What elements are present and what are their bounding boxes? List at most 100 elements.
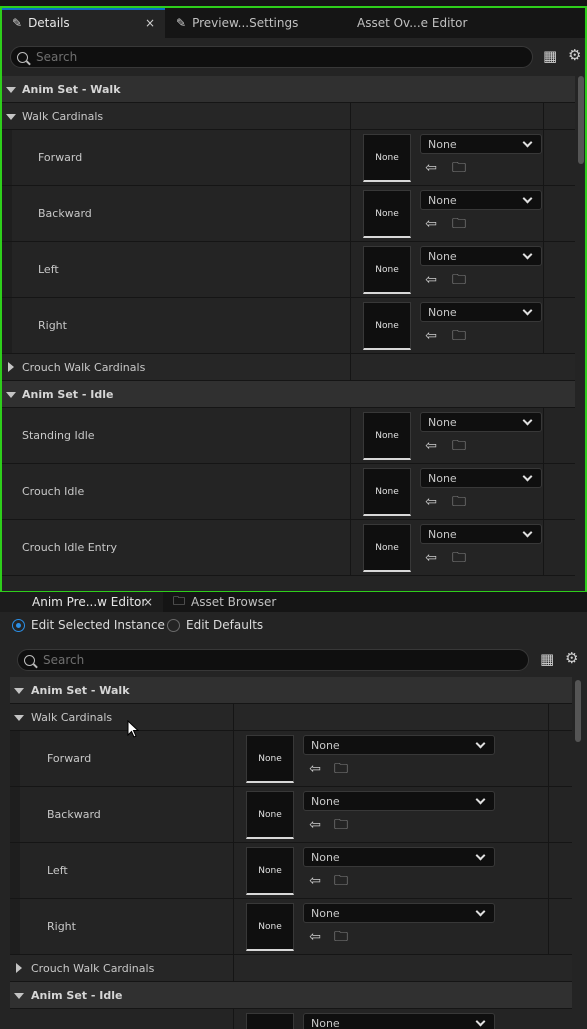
combo-value: None bbox=[428, 305, 457, 319]
use-selected-arrow-icon[interactable]: ⇦ bbox=[423, 216, 439, 232]
group-walk-cardinals[interactable]: Walk Cardinals bbox=[2, 103, 575, 130]
asset-thumbnail[interactable]: None bbox=[246, 791, 294, 839]
details-search-input[interactable] bbox=[36, 50, 500, 64]
property-label: Forward bbox=[38, 151, 83, 164]
asset-combo[interactable]: None bbox=[420, 468, 542, 488]
browse-folder-icon[interactable]: 🗀 bbox=[451, 328, 467, 344]
property-row-standing-idle: Standing Idle None None ⇦ 🗀 bbox=[2, 408, 575, 464]
close-tab-icon[interactable]: × bbox=[143, 595, 153, 609]
expand-arrow-icon bbox=[14, 688, 24, 694]
preview-scrollbar[interactable] bbox=[575, 680, 581, 742]
property-label: Crouch Idle Entry bbox=[22, 541, 117, 554]
asset-thumbnail[interactable]: None bbox=[363, 302, 411, 350]
use-selected-arrow-icon[interactable]: ⇦ bbox=[423, 550, 439, 566]
property-row-crouch-idle: Crouch Idle None None ⇦ 🗀 bbox=[2, 464, 575, 520]
use-selected-arrow-icon[interactable]: ⇦ bbox=[423, 494, 439, 510]
asset-thumbnail[interactable]: None bbox=[246, 847, 294, 895]
browse-folder-icon[interactable]: 🗀 bbox=[451, 216, 467, 232]
use-selected-arrow-icon[interactable]: ⇦ bbox=[423, 160, 439, 176]
asset-thumbnail[interactable]: None bbox=[363, 412, 411, 460]
asset-thumbnail[interactable]: None bbox=[363, 190, 411, 238]
property-label: Backward bbox=[38, 207, 92, 220]
category-label: Anim Set - Walk bbox=[22, 82, 121, 96]
gear-icon[interactable]: ⚙ bbox=[568, 46, 581, 64]
pencil-icon: ✎ bbox=[176, 16, 187, 30]
browse-folder-icon[interactable]: 🗀 bbox=[333, 873, 349, 889]
details-panel: ✎ Details × ✎ Preview...Settings Asset O… bbox=[0, 6, 587, 593]
details-search-box[interactable] bbox=[10, 46, 533, 68]
browse-folder-icon[interactable]: 🗀 bbox=[451, 438, 467, 454]
property-row-left: Left None None ⇦ 🗀 bbox=[2, 242, 575, 298]
asset-combo[interactable]: None bbox=[303, 1013, 495, 1029]
asset-thumbnail[interactable]: None bbox=[363, 524, 411, 572]
use-selected-arrow-icon[interactable]: ⇦ bbox=[423, 438, 439, 454]
asset-thumbnail[interactable]: None bbox=[246, 735, 294, 783]
tab-details[interactable]: ✎ Details × bbox=[2, 8, 165, 38]
use-selected-arrow-icon[interactable]: ⇦ bbox=[307, 873, 323, 889]
combo-value: None bbox=[311, 850, 340, 864]
chevron-down-icon bbox=[522, 471, 533, 482]
browse-folder-icon[interactable]: 🗀 bbox=[333, 761, 349, 777]
browse-folder-icon[interactable]: 🗀 bbox=[451, 272, 467, 288]
chevron-down-icon bbox=[475, 1016, 486, 1027]
use-selected-arrow-icon[interactable]: ⇦ bbox=[307, 929, 323, 945]
asset-combo[interactable]: None bbox=[420, 302, 542, 322]
use-selected-arrow-icon[interactable]: ⇦ bbox=[307, 761, 323, 777]
asset-thumbnail[interactable] bbox=[246, 1013, 294, 1029]
property-row-backward: Backward None None ⇦ 🗀 bbox=[10, 787, 572, 843]
preview-search-input[interactable] bbox=[43, 653, 497, 667]
browse-folder-icon[interactable]: 🗀 bbox=[333, 929, 349, 945]
chevron-down-icon bbox=[522, 527, 533, 538]
pencil-icon: ✎ bbox=[12, 16, 23, 30]
asset-combo[interactable]: None bbox=[303, 735, 495, 755]
anim-preview-editor-panel: Anim Pre...w Editor × 🗀 Asset Browser Ed… bbox=[0, 592, 587, 1029]
radio-edit-selected-instance[interactable] bbox=[12, 619, 25, 632]
preview-search-row: ▦ ⚙ bbox=[0, 646, 587, 674]
tab-asset-override-editor[interactable]: Asset Ov...e Editor bbox=[357, 8, 507, 38]
combo-value: None bbox=[428, 415, 457, 429]
category-anim-set-idle[interactable]: Anim Set - Idle bbox=[10, 982, 572, 1009]
tab-asset-browser[interactable]: 🗀 Asset Browser bbox=[170, 592, 320, 612]
table-view-icon[interactable]: ▦ bbox=[540, 650, 554, 668]
asset-combo[interactable]: None bbox=[303, 791, 495, 811]
tab-anim-preview-editor[interactable]: Anim Pre...w Editor × bbox=[0, 592, 163, 612]
browse-folder-icon[interactable]: 🗀 bbox=[451, 550, 467, 566]
group-walk-cardinals[interactable]: Walk Cardinals bbox=[10, 704, 572, 731]
asset-combo[interactable]: None bbox=[420, 134, 542, 154]
gear-icon[interactable]: ⚙ bbox=[565, 649, 578, 667]
group-crouch-walk-cardinals[interactable]: Crouch Walk Cardinals bbox=[2, 354, 575, 381]
asset-combo[interactable]: None bbox=[420, 412, 542, 432]
asset-combo[interactable]: None bbox=[303, 903, 495, 923]
browse-folder-icon[interactable]: 🗀 bbox=[451, 494, 467, 510]
expand-arrow-icon bbox=[6, 114, 16, 120]
preview-search-box[interactable] bbox=[17, 649, 529, 671]
asset-thumbnail[interactable]: None bbox=[363, 134, 411, 182]
details-scrollbar[interactable] bbox=[578, 76, 584, 164]
radio-edit-defaults[interactable] bbox=[167, 619, 180, 632]
browse-folder-icon[interactable]: 🗀 bbox=[451, 160, 467, 176]
asset-thumbnail[interactable]: None bbox=[246, 903, 294, 951]
asset-combo[interactable]: None bbox=[303, 847, 495, 867]
tab-preview-settings-label: Preview...Settings bbox=[192, 16, 299, 30]
use-selected-arrow-icon[interactable]: ⇦ bbox=[423, 328, 439, 344]
use-selected-arrow-icon[interactable]: ⇦ bbox=[307, 817, 323, 833]
table-view-icon[interactable]: ▦ bbox=[543, 47, 557, 65]
chevron-down-icon bbox=[522, 415, 533, 426]
category-anim-set-walk[interactable]: Anim Set - Walk bbox=[2, 76, 575, 103]
radio-edit-selected-label: Edit Selected Instance bbox=[31, 618, 165, 632]
property-row-forward: Forward None None ⇦ 🗀 bbox=[10, 731, 572, 787]
asset-combo[interactable]: None bbox=[420, 524, 542, 544]
close-tab-icon[interactable]: × bbox=[145, 16, 155, 30]
asset-combo[interactable]: None bbox=[420, 190, 542, 210]
category-anim-set-idle[interactable]: Anim Set - Idle bbox=[2, 381, 575, 408]
asset-thumbnail[interactable]: None bbox=[363, 468, 411, 516]
use-selected-arrow-icon[interactable]: ⇦ bbox=[423, 272, 439, 288]
category-anim-set-walk[interactable]: Anim Set - Walk bbox=[10, 677, 572, 704]
group-crouch-walk-cardinals[interactable]: Crouch Walk Cardinals bbox=[10, 955, 572, 982]
preview-tab-bar: Anim Pre...w Editor × 🗀 Asset Browser bbox=[0, 592, 587, 612]
browse-folder-icon[interactable]: 🗀 bbox=[333, 817, 349, 833]
asset-combo[interactable]: None bbox=[420, 246, 542, 266]
tab-preview-settings[interactable]: ✎ Preview...Settings bbox=[172, 8, 342, 38]
asset-thumbnail[interactable]: None bbox=[363, 246, 411, 294]
chevron-down-icon bbox=[475, 850, 486, 861]
